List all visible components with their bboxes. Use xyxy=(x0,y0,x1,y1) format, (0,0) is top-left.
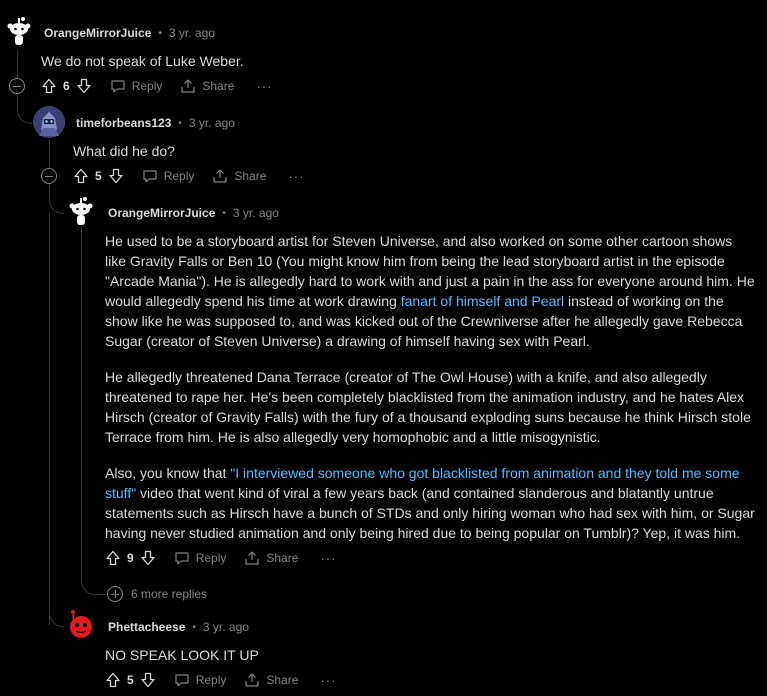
collapse-button[interactable] xyxy=(9,78,25,94)
downvote-icon[interactable] xyxy=(140,672,156,688)
comment-paragraph: Also, you know that "I interviewed someo… xyxy=(105,463,755,543)
reply-label: Reply xyxy=(163,169,195,183)
fanart-link[interactable]: fanart of himself and Pearl xyxy=(401,293,564,309)
reply-label: Reply xyxy=(131,79,163,93)
vote-controls: 9 xyxy=(105,550,156,566)
comment-header: OrangeMirrorJuice • 3 yr. ago xyxy=(108,205,279,221)
red-snoo-avatar-icon xyxy=(70,610,92,638)
comment-actions: 6 Reply Share ··· xyxy=(41,76,272,96)
share-label: Share xyxy=(266,551,299,565)
snoo-avatar-icon xyxy=(7,17,31,45)
share-label: Share xyxy=(202,79,235,93)
more-options-button[interactable]: ··· xyxy=(256,79,272,94)
text-run: video that went kind of viral a few year… xyxy=(105,485,755,541)
collapse-button[interactable] xyxy=(41,168,57,184)
snoo-avatar-icon xyxy=(69,197,93,225)
share-icon xyxy=(245,673,259,687)
thread-line xyxy=(49,213,50,625)
timestamp[interactable]: 3 yr. ago xyxy=(189,116,235,130)
reply-button[interactable]: Reply xyxy=(110,78,163,94)
reply-icon xyxy=(111,80,125,93)
share-icon xyxy=(181,79,195,93)
downvote-icon[interactable] xyxy=(140,550,156,566)
avatar[interactable] xyxy=(33,106,65,138)
timestamp[interactable]: 3 yr. ago xyxy=(169,26,215,40)
comment-paragraph: He allegedly threatened Dana Terrace (cr… xyxy=(105,367,755,447)
comment-body: He used to be a storyboard artist for St… xyxy=(105,231,755,559)
share-icon xyxy=(213,169,227,183)
reply-icon xyxy=(175,552,189,565)
share-button[interactable]: Share xyxy=(212,168,266,184)
avatar[interactable] xyxy=(65,609,97,641)
downvote-icon[interactable] xyxy=(108,168,124,184)
vote-score: 9 xyxy=(127,551,134,565)
share-label: Share xyxy=(266,673,299,687)
expand-icon xyxy=(107,586,123,602)
vote-score: 5 xyxy=(95,169,102,183)
vote-score: 5 xyxy=(127,673,134,687)
comment-header: timeforbeans123 • 3 yr. ago xyxy=(76,115,235,131)
more-replies-button[interactable]: 6 more replies xyxy=(107,586,207,602)
comment-header: Phettacheese • 3 yr. ago xyxy=(108,619,249,635)
more-options-button[interactable]: ··· xyxy=(288,169,304,184)
text-run: Also, you know that xyxy=(105,465,231,481)
reply-label: Reply xyxy=(195,551,227,565)
vote-controls: 5 xyxy=(105,672,156,688)
share-label: Share xyxy=(234,169,267,183)
avatar[interactable] xyxy=(3,16,35,48)
reply-icon xyxy=(175,674,189,687)
reply-button[interactable]: Reply xyxy=(174,672,227,688)
separator-dot: • xyxy=(192,621,196,633)
downvote-icon[interactable] xyxy=(76,78,92,94)
reply-icon xyxy=(143,170,157,183)
comment-paragraph: We do not speak of Luke Weber. xyxy=(41,53,244,69)
thread-line xyxy=(49,140,50,168)
avatar[interactable] xyxy=(65,196,97,228)
timestamp[interactable]: 3 yr. ago xyxy=(233,206,279,220)
author-name[interactable]: OrangeMirrorJuice xyxy=(44,26,151,40)
comment-paragraph: He used to be a storyboard artist for St… xyxy=(105,231,755,351)
vote-score: 6 xyxy=(63,79,70,93)
separator-dot: • xyxy=(222,207,226,219)
separator-dot: • xyxy=(178,117,182,129)
more-options-button[interactable]: ··· xyxy=(320,551,336,566)
comment-paragraph: NO SPEAK LOOK IT UP xyxy=(105,647,259,663)
share-button[interactable]: Share xyxy=(244,550,298,566)
thread-line xyxy=(17,50,18,78)
upvote-icon[interactable] xyxy=(73,168,89,184)
author-name[interactable]: Phettacheese xyxy=(108,620,185,634)
vote-controls: 5 xyxy=(73,168,124,184)
upvote-icon[interactable] xyxy=(105,550,121,566)
comment-paragraph: What did he do? xyxy=(73,143,175,159)
reply-button[interactable]: Reply xyxy=(174,550,227,566)
vote-controls: 6 xyxy=(41,78,92,94)
author-name[interactable]: OrangeMirrorJuice xyxy=(108,206,215,220)
share-icon xyxy=(245,551,259,565)
thread-connector xyxy=(17,95,32,124)
timestamp[interactable]: 3 yr. ago xyxy=(203,620,249,634)
share-button[interactable]: Share xyxy=(244,672,298,688)
comment-actions: 5 Reply Share ··· xyxy=(73,166,304,186)
robot-avatar-icon xyxy=(33,106,65,138)
more-options-button[interactable]: ··· xyxy=(320,673,336,688)
thread-connector xyxy=(49,185,64,214)
thread-line xyxy=(81,228,82,568)
thread-connector xyxy=(49,598,64,627)
more-replies-label: 6 more replies xyxy=(131,587,208,601)
reply-label: Reply xyxy=(195,673,227,687)
upvote-icon[interactable] xyxy=(105,672,121,688)
comment-actions: 9 Reply Share ··· xyxy=(105,548,336,568)
upvote-icon[interactable] xyxy=(41,78,57,94)
reply-button[interactable]: Reply xyxy=(142,168,195,184)
text-run: He allegedly threatened Dana Terrace (cr… xyxy=(105,369,751,445)
comment-header: OrangeMirrorJuice • 3 yr. ago xyxy=(44,25,215,41)
thread-connector xyxy=(81,568,106,595)
separator-dot: • xyxy=(158,27,162,39)
comment-actions: 5 Reply Share ··· xyxy=(105,670,336,690)
author-name[interactable]: timeforbeans123 xyxy=(76,116,171,130)
share-button[interactable]: Share xyxy=(180,78,234,94)
